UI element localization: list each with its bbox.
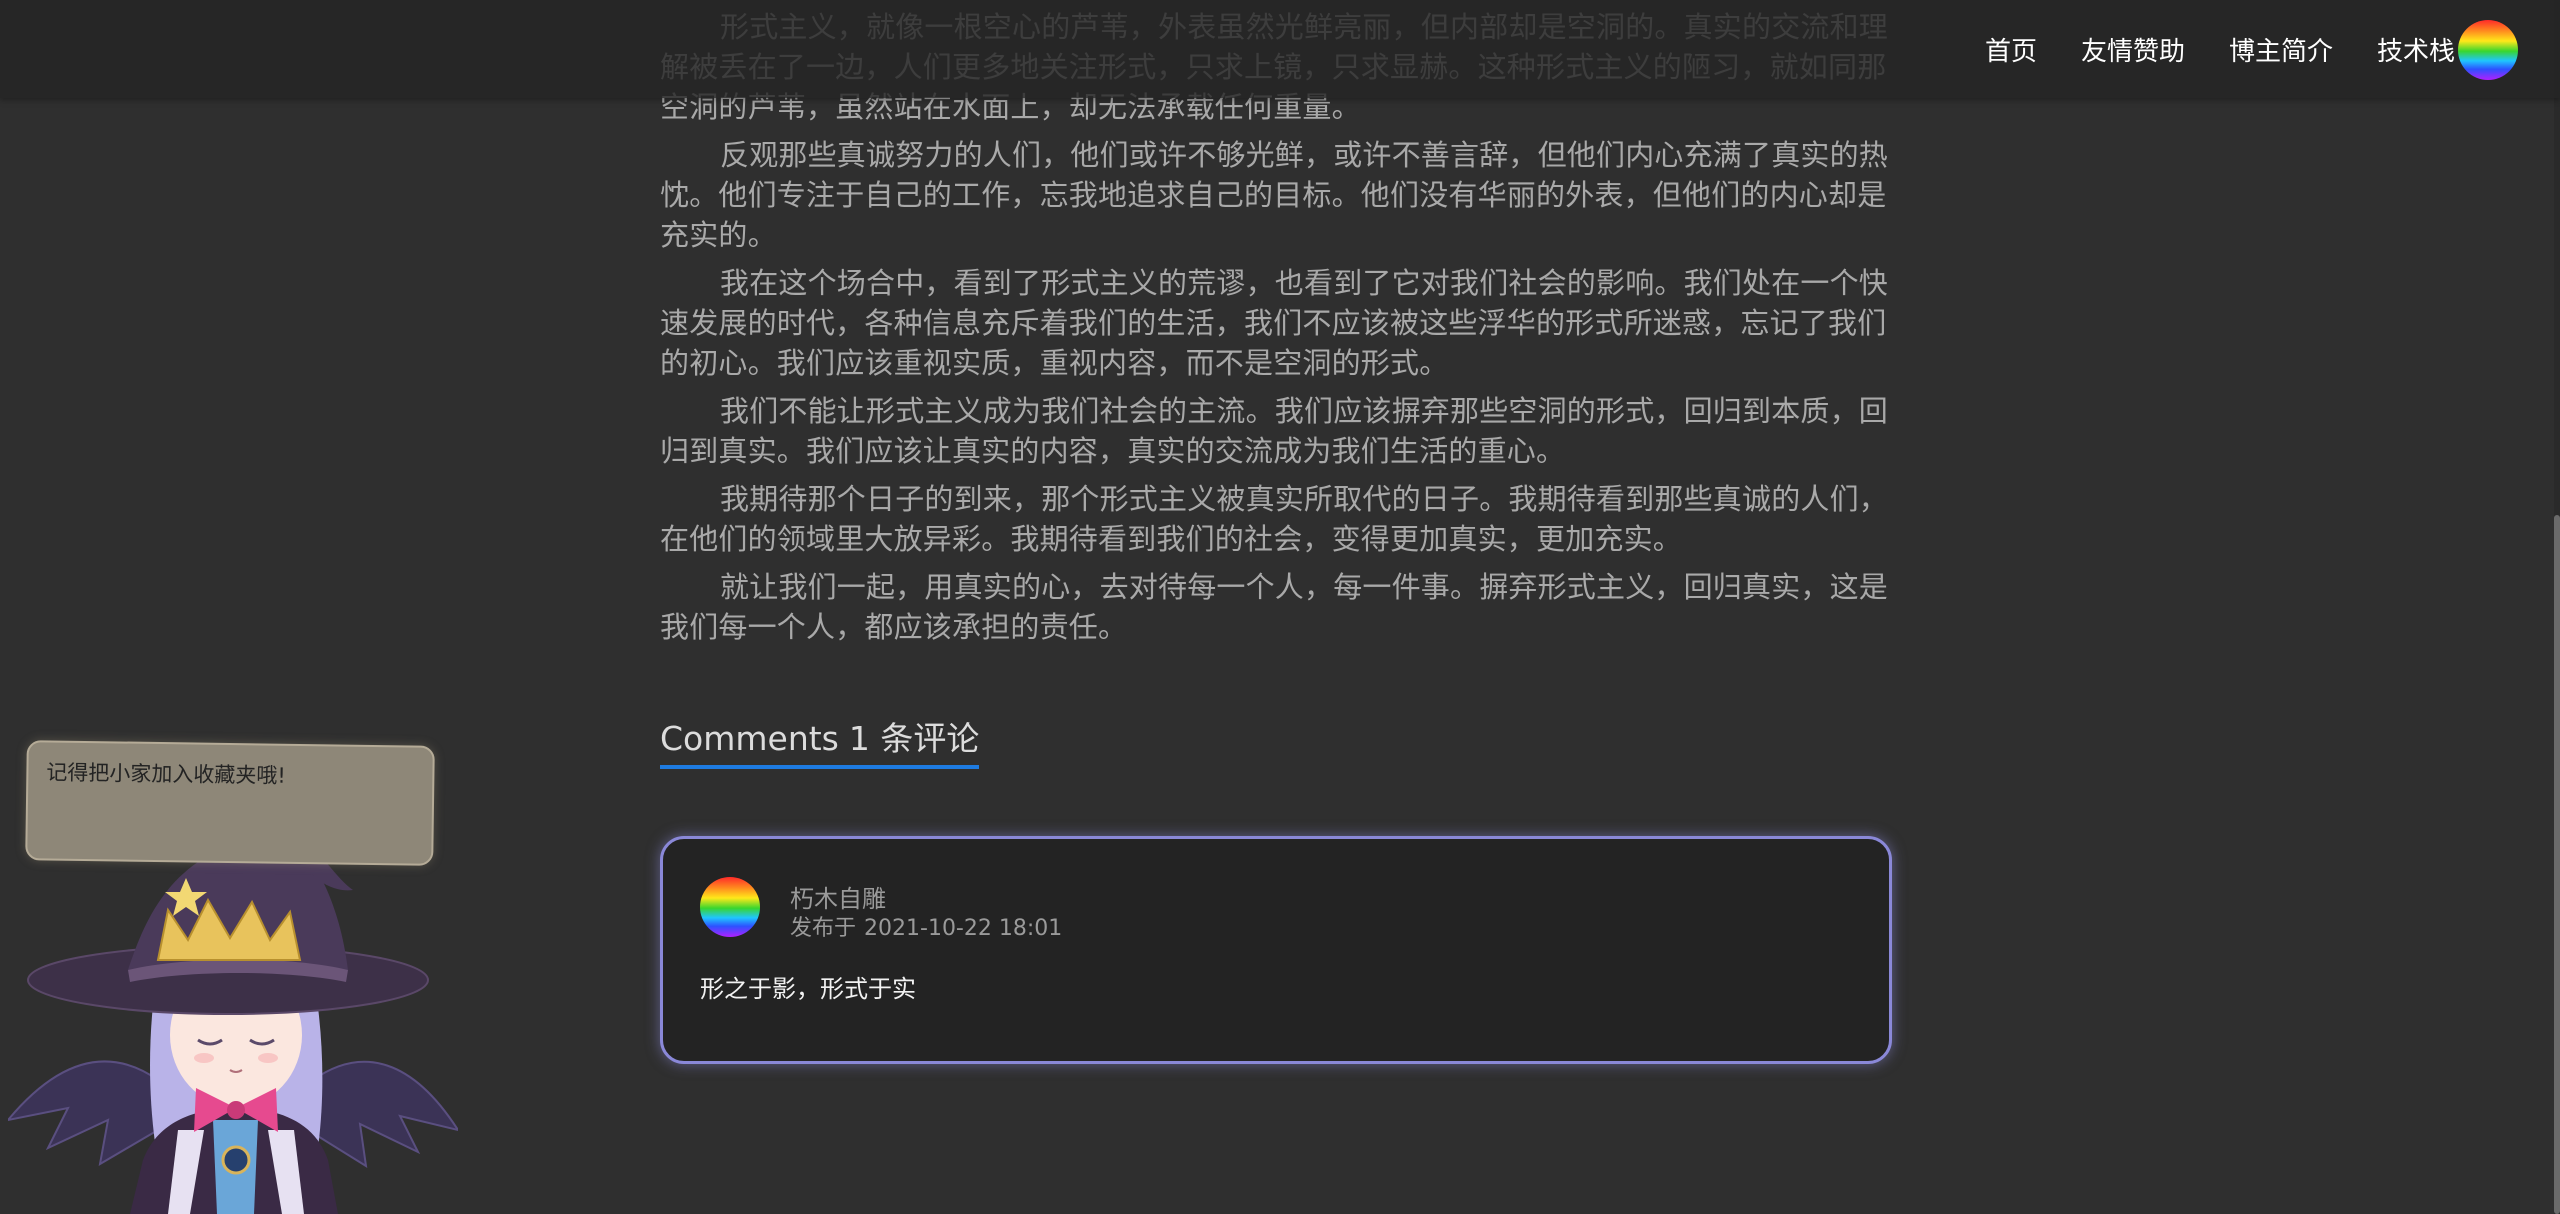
article-paragraph: 我期待那个日子的到来，那个形式主义被真实所取代的日子。我期待看到那些真诚的人们，… — [660, 482, 1889, 556]
article-paragraph: 反观那些真诚努力的人们，他们或许不够光鲜，或许不善言辞，但他们内心充满了真实的热… — [660, 138, 1889, 252]
article-paragraph: 我在这个场合中，看到了形式主义的荒谬，也看到了它对我们社会的影响。我们处在一个快… — [660, 266, 1889, 380]
mascot-bubble-text: 记得把小家加入收藏夹哦! — [46, 760, 286, 788]
nav-item-sponsor[interactable]: 友情赞助 — [2081, 31, 2185, 68]
commenter-avatar-icon[interactable] — [700, 877, 760, 937]
comment-time-value: 2021-10-22 18:01 — [864, 916, 1063, 941]
comments-heading-label: Comments — [660, 719, 839, 758]
nav-links: 首页 友情赞助 博主简介 技术栈 — [1985, 0, 2455, 98]
comments-heading: Comments 1 条评论 — [660, 717, 980, 769]
nav-item-tech-stack[interactable]: 技术栈 — [2377, 31, 2455, 68]
article-paragraph: 我们不能让形式主义成为我们社会的主流。我们应该摒弃那些空洞的形式，回归到本质，回… — [660, 394, 1889, 468]
mascot-speech-bubble: 记得把小家加入收藏夹哦! — [25, 740, 435, 866]
comment-timestamp: 发布于 2021-10-22 18:01 — [790, 910, 1062, 942]
page-scrollbar-thumb[interactable] — [2554, 515, 2560, 1214]
comments-count: 1 条评论 — [848, 719, 980, 758]
comment-author[interactable]: 朽木自雕 — [790, 879, 886, 914]
page: 形式主义，就像一根空心的芦苇，外表虽然光鲜亮丽，但内部却是空洞的。真实的交流和理… — [0, 0, 2560, 1214]
rainbow-avatar-icon[interactable] — [2458, 20, 2518, 80]
witch-mascot-icon[interactable] — [8, 830, 458, 1214]
top-navigation-bar: 首页 友情赞助 博主简介 技术栈 — [0, 0, 2560, 98]
nav-item-home[interactable]: 首页 — [1985, 31, 2037, 68]
comment-content: 形之于影，形式于实 — [700, 975, 916, 1003]
article-paragraph: 就让我们一起，用真实的心，去对待每一个人，每一件事。摒弃形式主义，回归真实，这是… — [660, 570, 1889, 644]
comment-card: 朽木自雕 发布于 2021-10-22 18:01 形之于影，形式于实 — [660, 836, 1892, 1064]
nav-item-about[interactable]: 博主简介 — [2229, 31, 2333, 68]
comment-time-prefix: 发布于 — [790, 916, 857, 941]
